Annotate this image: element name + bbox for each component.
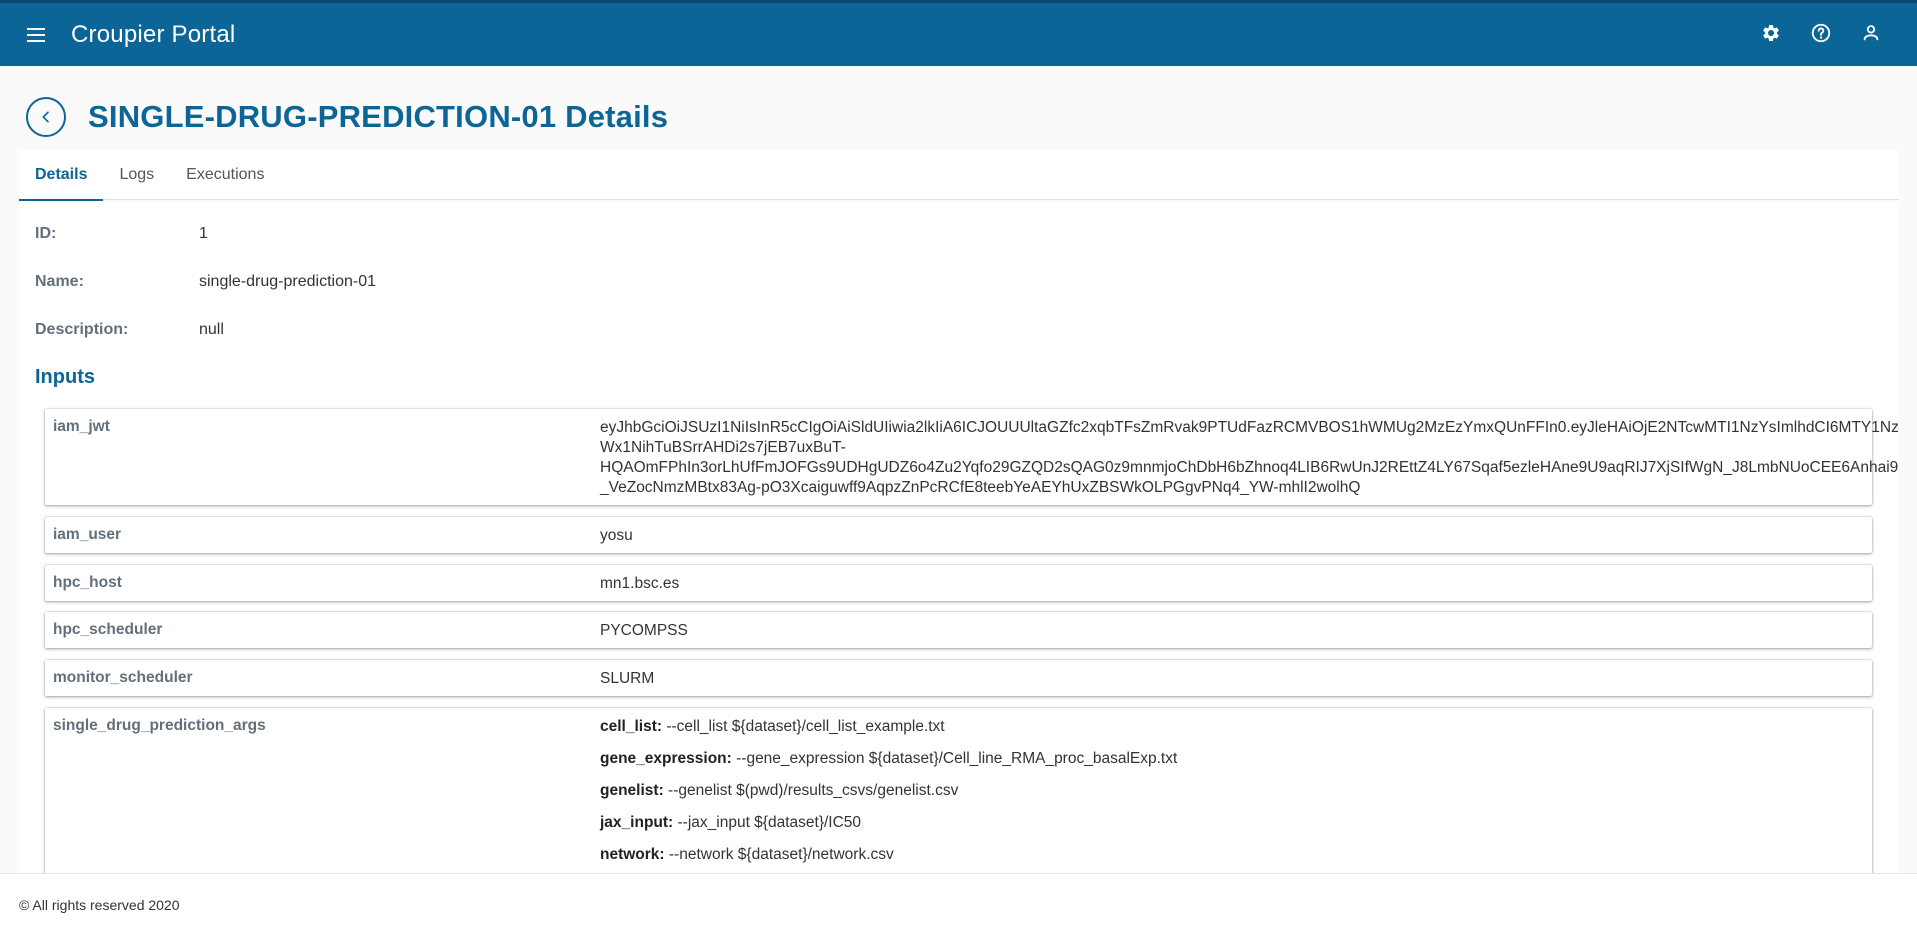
input-card-monitor-scheduler: monitor_scheduler SLURM — [45, 660, 1872, 696]
tab-bar: Details Logs Executions — [19, 150, 1899, 201]
args-list: cell_list: --cell_list ${dataset}/cell_l… — [600, 717, 1177, 873]
input-value: yosu — [600, 527, 633, 544]
jwt-line: HQAOmFPhIn3orLhUfFmJOFGs9UDHgUDZ6o4Zu2Yq… — [600, 459, 1899, 476]
input-key: monitor_scheduler — [53, 669, 193, 686]
id-row: ID: 1 — [35, 225, 208, 243]
help-icon[interactable] — [1805, 17, 1837, 49]
arg-value: --genelist $(pwd)/results_csvs/genelist.… — [663, 782, 959, 799]
description-row: Description: null — [35, 321, 224, 339]
arg-value: --network ${dataset}/network.csv — [664, 846, 894, 863]
id-label: ID: — [35, 225, 57, 242]
input-card-iam-jwt: iam_jwt eyJhbGciOiJSUzI1NiIsInR5cCIgOiAi… — [45, 409, 1899, 505]
arg-value: --cell_list ${dataset}/cell_list_example… — [662, 718, 945, 735]
page-header: SINGLE-DRUG-PREDICTION-01 Details — [26, 95, 668, 139]
arg-item: genelist: --genelist $(pwd)/results_csvs… — [600, 781, 1177, 801]
description-value: null — [199, 321, 224, 338]
app-title: Croupier Portal — [71, 20, 236, 48]
tab-logs[interactable]: Logs — [103, 150, 170, 200]
input-key: iam_user — [53, 526, 122, 543]
arg-name: network: — [600, 846, 665, 863]
input-key: hpc_scheduler — [53, 621, 163, 638]
inputs-title: Inputs — [35, 366, 95, 388]
chevron-left-icon — [42, 111, 49, 123]
input-value: PYCOMPSS — [600, 622, 688, 639]
arg-value: --jax_input ${dataset}/IC50 — [673, 814, 862, 831]
name-label: Name: — [35, 273, 84, 290]
details-panel: ID: 1 Name: single-drug-prediction-01 De… — [19, 201, 1899, 873]
footer: © All rights reserved 2020 — [0, 873, 1917, 930]
settings-icon[interactable] — [1755, 17, 1787, 49]
arg-name: genelist: — [600, 782, 664, 799]
input-value: mn1.bsc.es — [600, 575, 680, 592]
name-value: single-drug-prediction-01 — [199, 273, 376, 290]
arg-item: gene_expression: --gene_expression ${dat… — [600, 749, 1177, 769]
jwt-line: eyJhbGciOiJSUzI1NiIsInR5cCIgOiAiSldUIiwi… — [600, 419, 1899, 436]
jwt-line: Wx1NihTuBSrrAHDi2s7jEB7uxBuT- — [600, 439, 846, 456]
name-row: Name: single-drug-prediction-01 — [35, 273, 376, 291]
arg-value: --gene_expression ${dataset}/Cell_line_R… — [731, 750, 1178, 767]
arg-name: cell_list: — [600, 718, 663, 735]
copyright-text: © All rights reserved 2020 — [19, 897, 180, 913]
arg-name: jax_input: — [600, 814, 674, 831]
account-icon[interactable] — [1855, 17, 1887, 49]
input-card-single-drug-prediction-args: single_drug_prediction_args cell_list: -… — [45, 708, 1872, 873]
app-bar: Croupier Portal — [0, 0, 1917, 66]
input-key: iam_jwt — [53, 418, 110, 435]
arg-item: cell_list: --cell_list ${dataset}/cell_l… — [600, 717, 1177, 737]
input-value: SLURM — [600, 670, 655, 687]
input-value: eyJhbGciOiJSUzI1NiIsInR5cCIgOiAiSldUIiwi… — [600, 418, 1899, 498]
input-card-iam-user: iam_user yosu — [45, 517, 1872, 553]
tab-details[interactable]: Details — [19, 150, 104, 201]
input-key: hpc_host — [53, 574, 122, 591]
input-card-hpc-host: hpc_host mn1.bsc.es — [45, 565, 1872, 601]
back-button[interactable] — [26, 97, 66, 137]
description-label: Description: — [35, 321, 129, 338]
page-title: SINGLE-DRUG-PREDICTION-01 Details — [88, 99, 669, 134]
input-card-hpc-scheduler: hpc_scheduler PYCOMPSS — [45, 612, 1872, 648]
arg-item: jax_input: --jax_input ${dataset}/IC50 — [600, 813, 1177, 833]
input-key: single_drug_prediction_args — [53, 717, 266, 734]
arg-name: gene_expression: — [600, 750, 732, 767]
top-actions — [1755, 17, 1887, 49]
jwt-line: _VeZocNmzMBtx83Ag-pO3Xcaiguwff9AqpzZnPcR… — [600, 479, 1361, 496]
tab-executions[interactable]: Executions — [170, 150, 280, 200]
id-value: 1 — [199, 225, 208, 242]
arg-item: network: --network ${dataset}/network.cs… — [600, 845, 1177, 865]
menu-icon[interactable] — [20, 19, 52, 51]
